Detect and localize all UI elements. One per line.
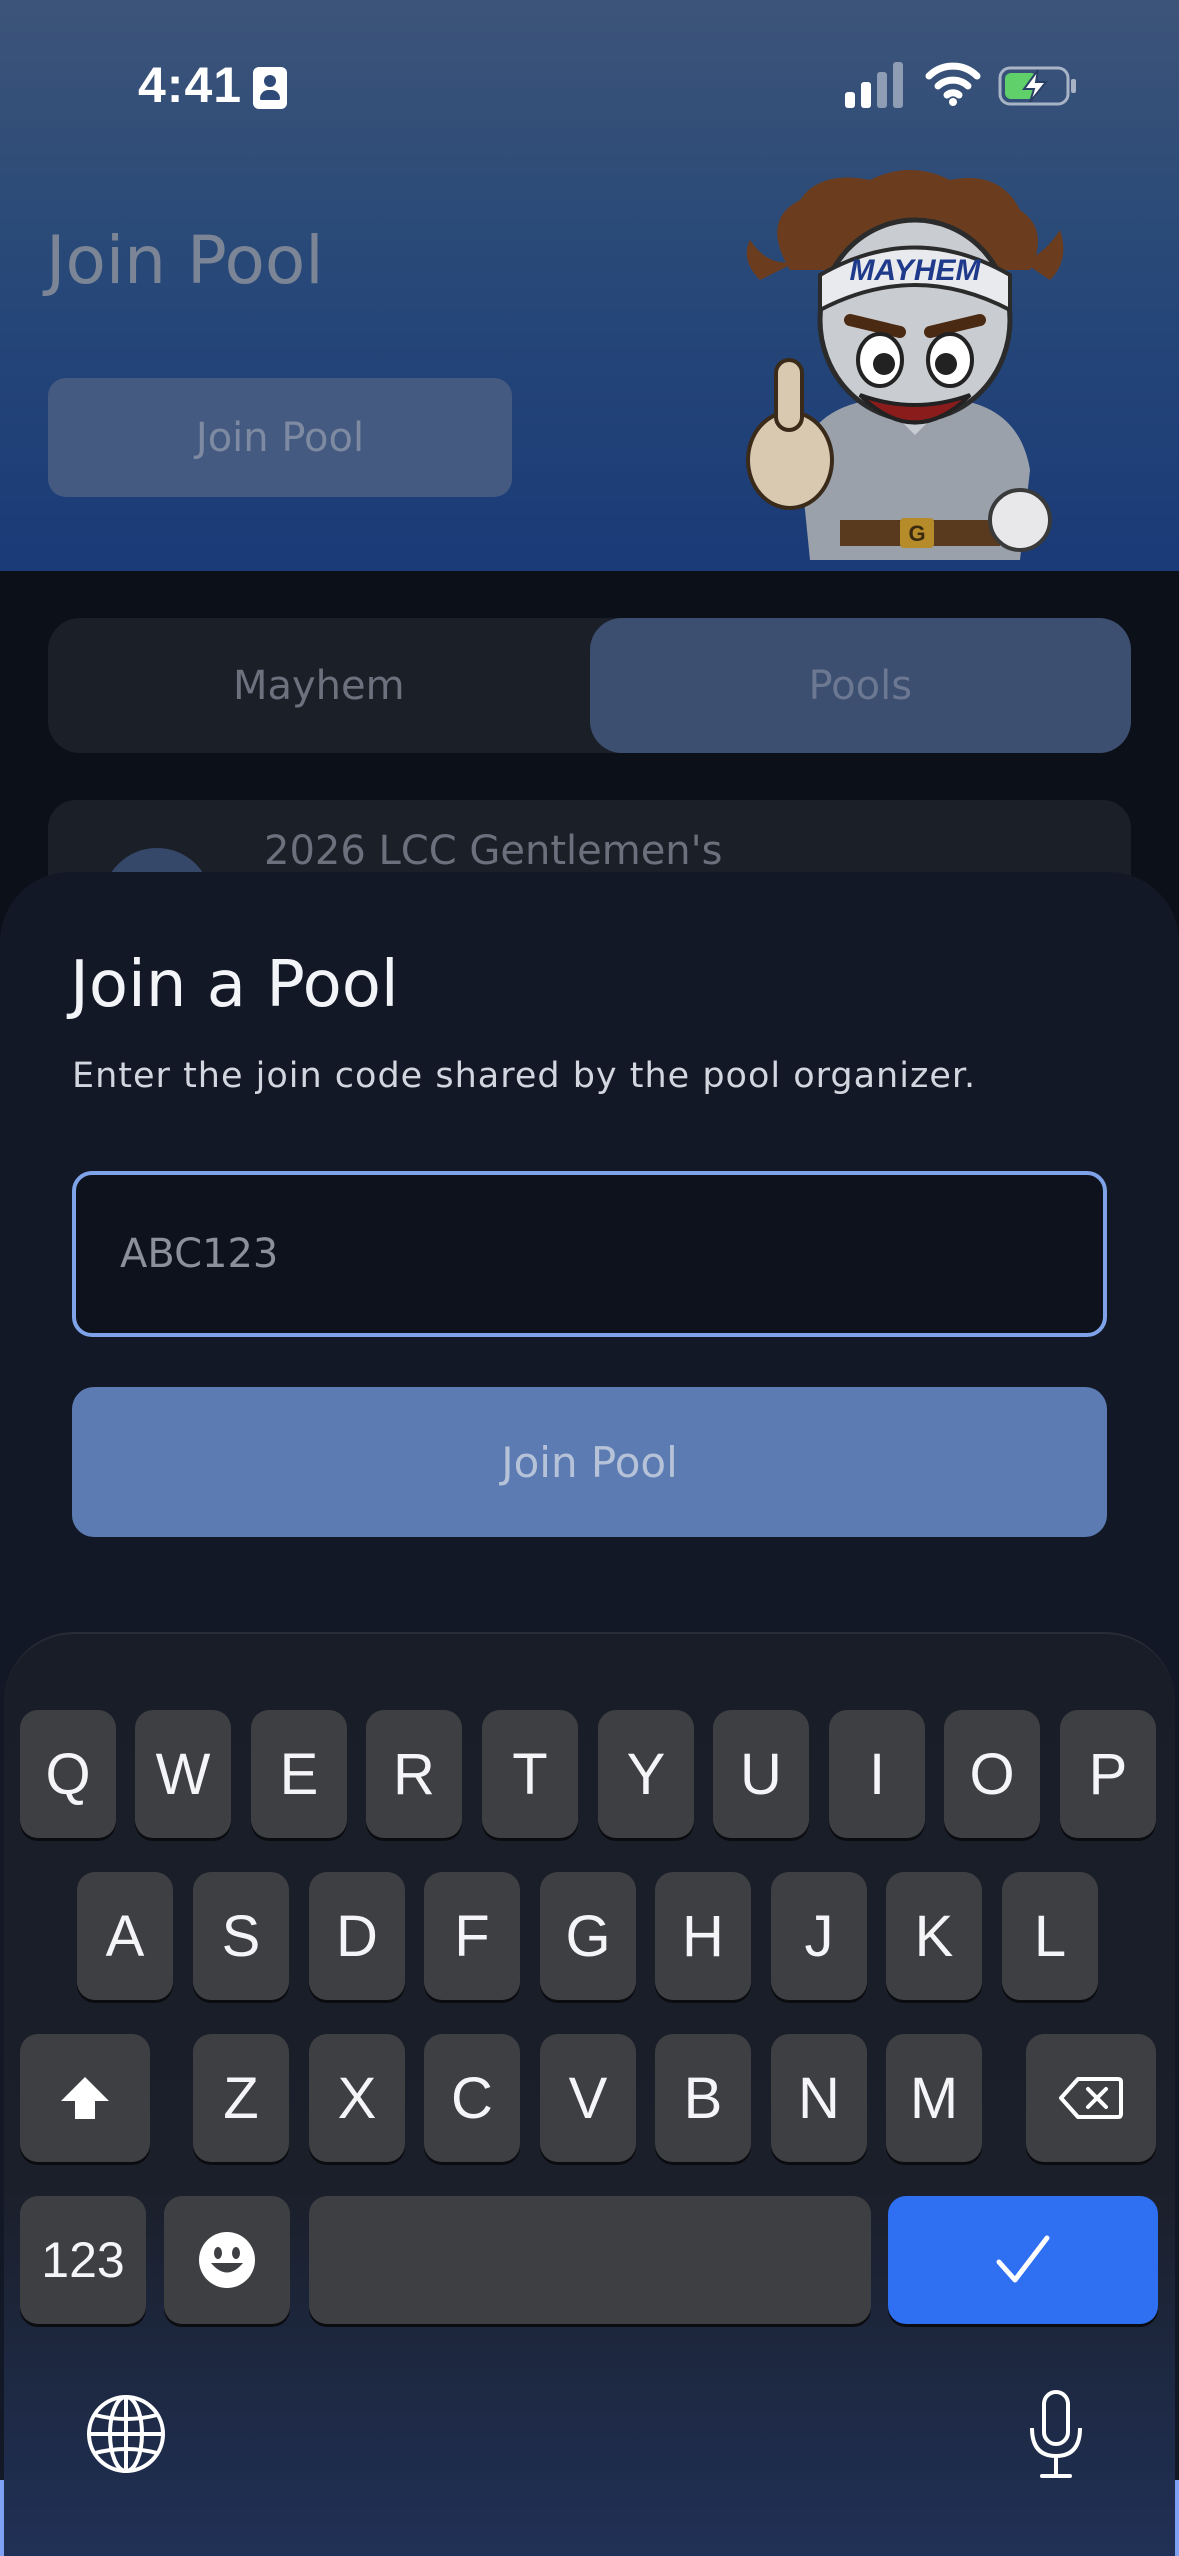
checkmark-icon [996,2235,1050,2283]
key-b[interactable]: B [655,2034,751,2162]
key-i[interactable]: I [829,1710,925,1838]
backspace-key[interactable] [1026,2034,1156,2162]
shift-key[interactable] [20,2034,150,2162]
key-q[interactable]: Q [20,1710,116,1838]
battery-charging-icon [998,66,1076,106]
header-join-pool-button[interactable]: Join Pool [48,378,512,497]
segmented-control: Mayhem Pools [48,618,1131,753]
wifi-icon [925,62,981,106]
emoji-icon [199,2232,255,2288]
key-j[interactable]: J [771,1872,867,2000]
key-v[interactable]: V [540,2034,636,2162]
key-w[interactable]: W [135,1710,231,1838]
id-badge-icon [253,67,287,109]
space-key[interactable] [309,2196,871,2324]
key-f[interactable]: F [424,1872,520,2000]
key-o[interactable]: O [944,1710,1040,1838]
tab-pools[interactable]: Pools [589,618,1131,753]
key-e[interactable]: E [251,1710,347,1838]
sheet-subtitle: Enter the join code shared by the pool o… [72,1056,977,1096]
join-pool-button[interactable]: Join Pool [72,1387,1107,1537]
pool-name: 2026 LCC Gentlemen's [264,828,723,874]
done-key[interactable] [888,2196,1158,2324]
sheet-title: Join a Pool [70,948,399,1022]
tab-mayhem[interactable]: Mayhem [48,618,590,753]
key-y[interactable]: Y [598,1710,694,1838]
key-x[interactable]: X [309,2034,405,2162]
mascot-cap-text: MAYHEM [849,254,981,287]
key-d[interactable]: D [309,1872,405,2000]
key-m[interactable]: M [886,2034,982,2162]
key-t[interactable]: T [482,1710,578,1838]
shift-icon [61,2077,109,2119]
key-z[interactable]: Z [193,2034,289,2162]
backspace-icon [1059,2077,1123,2119]
key-l[interactable]: L [1002,1872,1098,2000]
header-banner: 4:41 Join Pool Join Pool G MAYHEM [0,0,1179,571]
status-time: 4:41 [138,57,243,113]
key-s[interactable]: S [193,1872,289,2000]
numbers-key[interactable]: 123 [20,2196,146,2324]
key-g[interactable]: G [540,1872,636,2000]
key-a[interactable]: A [77,1872,173,2000]
keyboard: Q W E R T Y U I O P A S D F G H J K L Z … [4,1632,1175,2556]
page-title: Join Pool [46,222,324,299]
microphone-icon [1030,2390,1082,2478]
key-n[interactable]: N [771,2034,867,2162]
mascot-buckle-text: G [908,521,925,546]
key-c[interactable]: C [424,2034,520,2162]
key-k[interactable]: K [886,1872,982,2000]
key-r[interactable]: R [366,1710,462,1838]
globe-key[interactable] [84,2392,168,2476]
emoji-key[interactable] [164,2196,290,2324]
key-p[interactable]: P [1060,1710,1156,1838]
microphone-key[interactable] [1014,2386,1098,2482]
cellular-signal-icon [845,62,905,108]
globe-icon [87,2395,165,2473]
key-u[interactable]: U [713,1710,809,1838]
join-code-input[interactable] [72,1171,1107,1337]
key-h[interactable]: H [655,1872,751,2000]
mascot-illustration: G MAYHEM [746,170,1064,560]
